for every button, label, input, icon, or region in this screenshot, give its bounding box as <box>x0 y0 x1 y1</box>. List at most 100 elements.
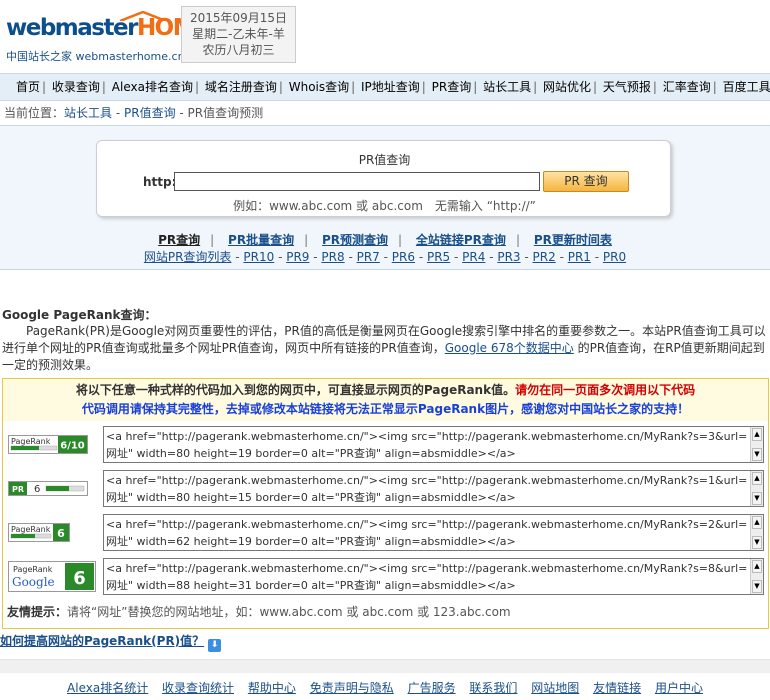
pagerank-badge-style1: PageRank 6/10 <box>8 435 88 454</box>
pr-list-link[interactable]: 网站PR查询列表 <box>144 250 232 264</box>
pr-level-link[interactable]: PR0 <box>603 250 626 264</box>
section-title: Google PageRank查询： <box>2 308 157 322</box>
breadcrumb-tools[interactable]: 站长工具 <box>64 106 112 120</box>
nav-separator: | <box>593 80 598 94</box>
nav-home[interactable]: 首页 <box>16 80 40 94</box>
scroll-up-icon[interactable]: ▲ <box>752 472 762 485</box>
code-notice: 代码调用请保持其完整性，去掉或修改本站链接将无法正常显示PageRank图片，感… <box>81 402 690 416</box>
nav-separator: | <box>473 80 478 94</box>
pr-level-link[interactable]: PR2 <box>533 250 556 264</box>
scroll-down-icon[interactable]: ▼ <box>752 448 762 461</box>
tab-predict-query[interactable]: PR预测查询 <box>322 233 388 247</box>
url-input[interactable] <box>174 172 540 191</box>
footer-links: Alexa排名统计 收录查询统计 帮助中心 免责声明与隐私 广告服务 联系我们 … <box>0 679 770 696</box>
tab-separator: | <box>515 233 520 247</box>
footer-sitemap[interactable]: 网站地图 <box>531 681 579 695</box>
date-gregorian: 2015年09月15日 <box>189 11 288 25</box>
pr-level-link[interactable]: PR1 <box>568 250 591 264</box>
breadcrumb: 当前位置：站长工具 - PR值查询 - PR值查询预测 <box>0 103 770 125</box>
footer-alexa-stats[interactable]: Alexa排名统计 <box>67 681 148 695</box>
footer-disclaimer[interactable]: 免责声明与隐私 <box>310 681 394 695</box>
pr-level-link[interactable]: PR10 <box>243 250 274 264</box>
logo-wordmark: webmasterHOME <box>6 15 210 41</box>
code-box: 将以下任意一种式样的代码加入到您的网页中，可直接显示网页的PageRank值。请… <box>2 378 769 629</box>
nav-index-query[interactable]: 收录查询 <box>52 80 100 94</box>
textarea-scrollbar[interactable]: ▲ ▼ <box>750 471 763 506</box>
scroll-up-icon[interactable]: ▲ <box>752 428 762 441</box>
pr-level-link[interactable]: PR7 <box>357 250 380 264</box>
scroll-down-icon[interactable]: ▼ <box>752 492 762 505</box>
breadcrumb-prefix: 当前位置： <box>4 106 65 120</box>
code-header: 将以下任意一种式样的代码加入到您的网页中，可直接显示网页的PageRank值。请… <box>3 379 768 421</box>
pr-level-link[interactable]: PR8 <box>321 250 344 264</box>
tab-batch-query[interactable]: PR批量查询 <box>228 233 294 247</box>
badge-rank-text: 6 <box>57 527 65 540</box>
improve-pagerank-link[interactable]: 如何提高网站的PageRank(PR)值？ ⬇ <box>0 632 222 652</box>
nav-separator: | <box>652 80 657 94</box>
pr-level-link[interactable]: PR9 <box>286 250 309 264</box>
pr-level-list: 网站PR查询列表 - PR10 - PR9 - PR8 - PR7 - PR6 … <box>143 250 627 264</box>
tip-label: 友情提示： <box>7 605 68 619</box>
scroll-up-icon[interactable]: ▲ <box>752 516 762 529</box>
nav-whois[interactable]: Whois查询 <box>289 80 349 94</box>
footer-index-stats[interactable]: 收录查询统计 <box>162 681 234 695</box>
download-arrow-icon[interactable]: ⬇ <box>208 639 222 652</box>
nav-seo[interactable]: 网站优化 <box>543 80 591 94</box>
code-text: <a href="http://pagerank.webmasterhome.c… <box>106 518 748 548</box>
datacenter-link[interactable]: Google 678个数据中心 <box>445 341 574 355</box>
pagerank-badge-style4: PageRank Google 6 <box>8 561 96 592</box>
nav-separator: | <box>194 80 199 94</box>
breadcrumb-pr[interactable]: PR值查询 <box>124 106 176 120</box>
nav-separator: | <box>421 80 426 94</box>
tab-pr-query[interactable]: PR查询 <box>158 233 200 247</box>
nav-separator: | <box>101 80 106 94</box>
nav-tools[interactable]: 站长工具 <box>483 80 531 94</box>
code-header-line1: 将以下任意一种式样的代码加入到您的网页中，可直接显示网页的PageRank值。请… <box>3 381 768 400</box>
breadcrumb-separator: - <box>175 106 188 120</box>
tab-site-links-query[interactable]: 全站链接PR查询 <box>416 233 506 247</box>
logo-word-a: webmaster <box>6 15 138 41</box>
scroll-down-icon[interactable]: ▼ <box>752 536 762 549</box>
pr-query-button[interactable]: PR 查询 <box>543 171 629 192</box>
nav-separator: | <box>42 80 47 94</box>
footer-ads[interactable]: 广告服务 <box>408 681 456 695</box>
nav-alexa[interactable]: Alexa排名查询 <box>112 80 193 94</box>
pr-level-link[interactable]: PR5 <box>427 250 450 264</box>
nav-exchange[interactable]: 汇率查询 <box>663 80 711 94</box>
nav-weather[interactable]: 天气预报 <box>603 80 651 94</box>
scroll-up-icon[interactable]: ▲ <box>752 560 762 573</box>
nav-pr[interactable]: PR查询 <box>432 80 472 94</box>
nav-separator: | <box>533 80 538 94</box>
breadcrumb-separator: - <box>112 106 124 120</box>
pagerank-badge-style3: PageRank 6 <box>8 523 70 542</box>
code-textarea[interactable]: <a href="http://pagerank.webmasterhome.c… <box>103 470 764 507</box>
code-text: <a href="http://pagerank.webmasterhome.c… <box>106 430 748 460</box>
improve-pagerank-label: 如何提高网站的PageRank(PR)值？ <box>0 634 205 648</box>
textarea-scrollbar[interactable]: ▲ ▼ <box>750 559 763 594</box>
nav-ip[interactable]: IP地址查询 <box>361 80 420 94</box>
pr-level-link[interactable]: PR4 <box>462 250 485 264</box>
nav-domain[interactable]: 域名注册查询 <box>205 80 277 94</box>
footer-divider <box>0 659 770 673</box>
code-text: <a href="http://pagerank.webmasterhome.c… <box>106 562 748 592</box>
code-textarea[interactable]: <a href="http://pagerank.webmasterhome.c… <box>103 558 764 595</box>
code-textarea[interactable]: <a href="http://pagerank.webmasterhome.c… <box>103 514 764 551</box>
code-textarea[interactable]: <a href="http://pagerank.webmasterhome.c… <box>103 426 764 463</box>
nav-separator: | <box>712 80 717 94</box>
footer-contact[interactable]: 联系我们 <box>469 681 517 695</box>
pr-level-link[interactable]: PR3 <box>497 250 520 264</box>
badge-pagerank-text: PageRank <box>11 525 51 534</box>
textarea-scrollbar[interactable]: ▲ ▼ <box>750 427 763 462</box>
site-logo[interactable]: webmasterHOME 中国站长之家 webmasterhome.cn <box>6 11 210 63</box>
scroll-down-icon[interactable]: ▼ <box>752 580 762 593</box>
badge-pagerank-text: PageRank <box>13 565 53 574</box>
date-lunar: 农历八月初三 <box>202 43 275 57</box>
nav-baidu[interactable]: 百度工具 <box>723 80 770 94</box>
tab-update-schedule[interactable]: PR更新时间表 <box>534 233 612 247</box>
footer-friend-links[interactable]: 友情链接 <box>593 681 641 695</box>
textarea-scrollbar[interactable]: ▲ ▼ <box>750 515 763 550</box>
query-title: PR值查询 <box>358 153 411 167</box>
footer-user-center[interactable]: 用户中心 <box>655 681 703 695</box>
pr-level-link[interactable]: PR6 <box>392 250 415 264</box>
footer-help[interactable]: 帮助中心 <box>248 681 296 695</box>
